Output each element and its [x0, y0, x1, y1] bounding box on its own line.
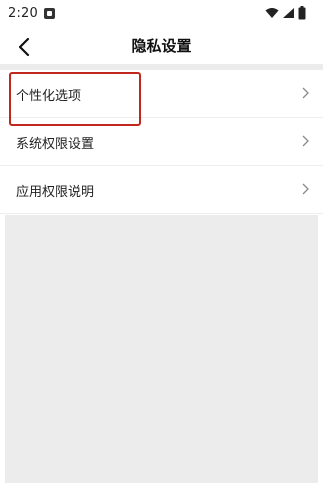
- chevron-right-icon: [302, 87, 309, 99]
- top-nav-bar: 隐私设置: [0, 28, 323, 64]
- chevron-right-icon: [302, 183, 309, 195]
- menu-item-system-permissions[interactable]: 系统权限设置: [0, 118, 323, 166]
- menu-item-label: 系统权限设置: [16, 137, 95, 152]
- battery-icon: [298, 6, 306, 20]
- status-time: 2:20: [8, 6, 38, 21]
- signal-icon: [283, 8, 294, 18]
- menu-item-app-permissions-info[interactable]: 应用权限说明: [0, 166, 323, 214]
- notification-icon: [44, 8, 55, 19]
- status-bar: 2:20: [0, 0, 323, 28]
- menu-item-label: 个性化选项: [16, 89, 82, 104]
- empty-content-area: [5, 215, 318, 483]
- menu-item-label: 应用权限说明: [16, 185, 95, 200]
- chevron-right-icon: [302, 135, 309, 147]
- settings-list: 个性化选项 系统权限设置 应用权限说明: [0, 70, 323, 214]
- wifi-icon: [265, 8, 279, 18]
- status-indicators: [265, 6, 315, 20]
- menu-item-personalization[interactable]: 个性化选项: [0, 70, 323, 118]
- page-title: 隐私设置: [131, 37, 192, 55]
